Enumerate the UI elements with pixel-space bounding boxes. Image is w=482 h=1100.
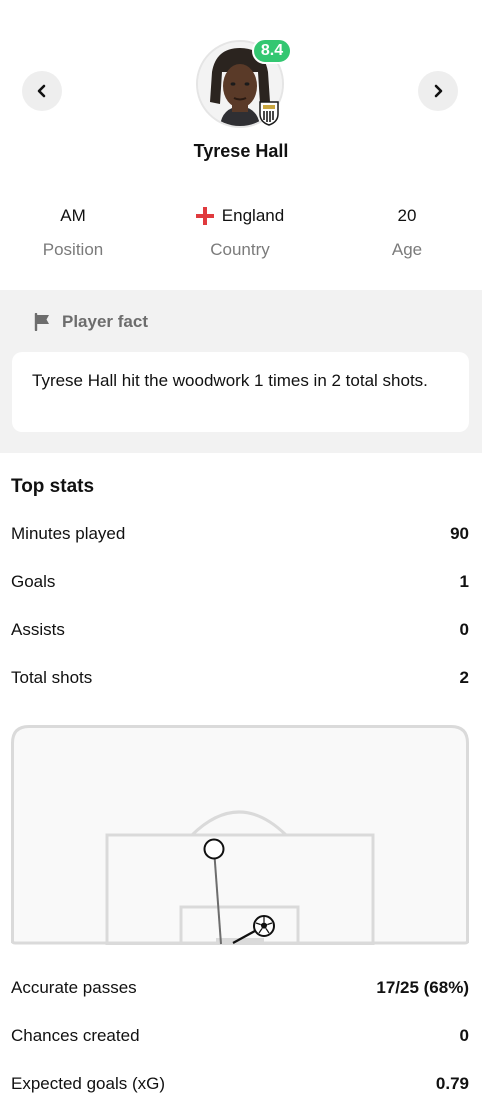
player-header: 8.4 Tyrese Hall AM Position England Coun… <box>0 0 482 290</box>
stat-value: 0 <box>459 620 469 639</box>
player-fact-text: Tyrese Hall hit the woodwork 1 times in … <box>32 371 428 390</box>
stat-value: 90 <box>450 524 469 543</box>
next-player-button[interactable] <box>418 71 458 111</box>
stat-label: Expected goals (xG) <box>11 1074 166 1093</box>
country-value: England <box>221 206 285 225</box>
country-label: Country <box>210 240 270 259</box>
stat-value: 2 <box>459 668 469 687</box>
country-value-row: England <box>160 204 320 228</box>
age-value: 20 <box>397 206 417 225</box>
previous-player-button[interactable] <box>22 71 62 111</box>
stat-row-total-shots: Total shots 2 <box>11 668 469 688</box>
stat-label: Total shots <box>11 668 93 687</box>
country-info: England Country <box>160 204 320 260</box>
player-fact-card: Tyrese Hall hit the woodwork 1 times in … <box>12 352 469 432</box>
position-label: Position <box>42 240 104 259</box>
stat-label: Accurate passes <box>11 978 137 997</box>
age-label: Age <box>391 240 423 259</box>
player-fact-section: Player fact Tyrese Hall hit the woodwork… <box>0 290 482 453</box>
stat-row-chances-created: Chances created 0 <box>11 1026 469 1046</box>
stat-row-expected-goals: Expected goals (xG) 0.79 <box>11 1074 469 1094</box>
stat-value: 1 <box>459 572 469 591</box>
top-stats-title: Top stats <box>11 476 95 497</box>
stat-row-assists: Assists 0 <box>11 620 469 640</box>
stat-value: 0.79 <box>435 1074 469 1093</box>
england-flag-icon <box>195 207 214 225</box>
age-info: 20 Age <box>327 204 482 260</box>
shot-map-pitch <box>11 725 469 949</box>
stat-label: Minutes played <box>11 524 126 543</box>
player-avatar-group: 8.4 <box>196 38 292 128</box>
stat-label: Chances created <box>11 1026 140 1045</box>
player-fact-header: Player fact <box>34 312 148 332</box>
flag-icon <box>34 313 49 331</box>
stat-value: 17/25 (68%) <box>376 978 469 997</box>
rating-badge: 8.4 <box>252 38 292 64</box>
stat-row-accurate-passes: Accurate passes 17/25 (68%) <box>11 978 469 998</box>
stat-label: Assists <box>11 620 65 639</box>
stat-value: 0 <box>459 1026 469 1045</box>
shot-map[interactable] <box>11 725 469 949</box>
chevron-right-icon <box>434 84 443 98</box>
player-fact-title: Player fact <box>62 312 148 331</box>
position-value: AM <box>60 206 86 225</box>
position-info: AM Position <box>0 204 153 260</box>
shot-marker-miss <box>203 838 225 860</box>
stat-label: Goals <box>11 572 56 591</box>
football-icon <box>253 915 275 937</box>
stat-row-goals: Goals 1 <box>11 572 469 592</box>
player-name: Tyrese Hall <box>193 141 289 161</box>
chevron-left-icon <box>37 84 46 98</box>
stat-row-minutes: Minutes played 90 <box>11 524 469 544</box>
club-crest-icon <box>258 100 280 126</box>
